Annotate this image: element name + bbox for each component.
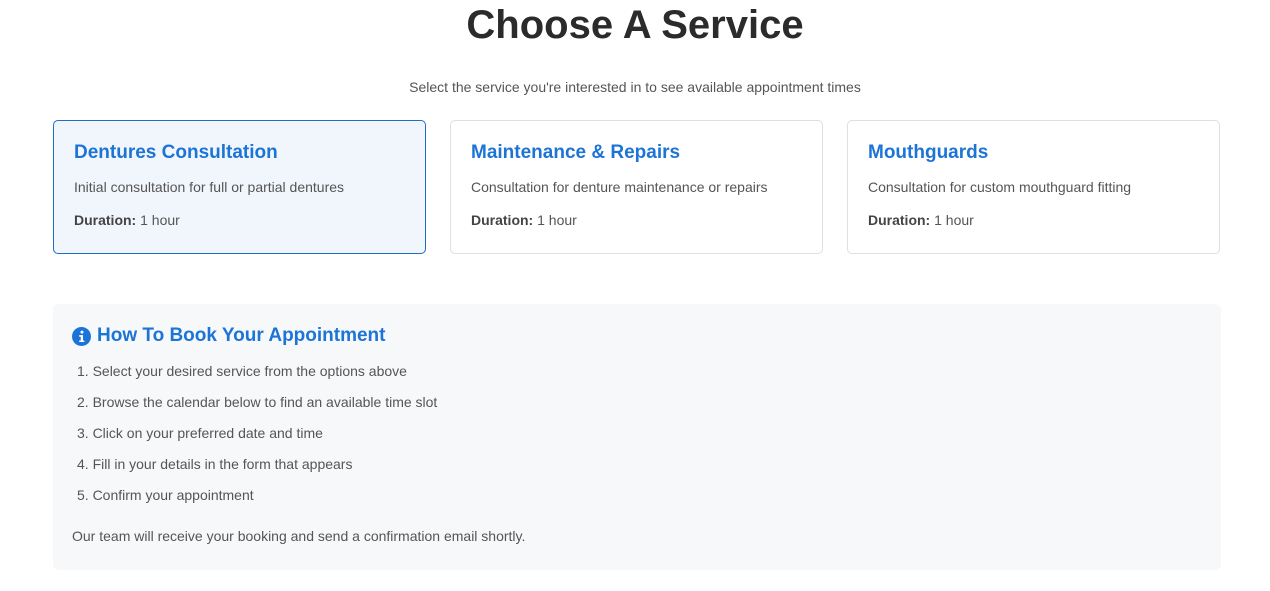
service-cards: Dentures Consultation Initial consultati… (53, 120, 1220, 254)
booking-step: 2. Browse the calendar below to find an … (77, 394, 438, 410)
booking-instructions-header: How To Book Your Appointment (72, 324, 386, 348)
service-description: Consultation for custom mouthguard fitti… (868, 179, 1132, 195)
service-title: Dentures Consultation (74, 142, 278, 163)
duration-label: Duration: (74, 212, 137, 228)
service-title: Maintenance & Repairs (471, 142, 681, 163)
booking-step: 3. Click on your preferred date and time (77, 425, 323, 441)
booking-instructions-box: How To Book Your Appointment 1. Select y… (53, 304, 1221, 570)
booking-step: 5. Confirm your appointment (77, 487, 254, 503)
booking-instructions-title: How To Book Your Appointment (97, 325, 386, 346)
service-card-mouthguards[interactable]: Mouthguards Consultation for custom mout… (847, 120, 1220, 254)
booking-step: 1. Select your desired service from the … (77, 363, 407, 379)
service-description: Initial consultation for full or partial… (74, 179, 345, 195)
page-title: Choose A Service (466, 3, 804, 47)
service-description: Consultation for denture maintenance or … (471, 179, 768, 195)
service-card-dentures-consultation[interactable]: Dentures Consultation Initial consultati… (53, 120, 426, 254)
booking-step: 4. Fill in your details in the form that… (77, 456, 353, 472)
booking-confirmation-note: Our team will receive your booking and s… (72, 528, 526, 544)
duration-value: 1 hour (140, 212, 180, 228)
service-duration: Duration: 1 hour (471, 211, 577, 229)
info-icon (72, 326, 91, 346)
service-title: Mouthguards (868, 142, 989, 163)
duration-value: 1 hour (537, 212, 577, 228)
service-duration: Duration: 1 hour (868, 211, 974, 229)
page-subtitle: Select the service you're interested in … (409, 79, 861, 95)
service-card-maintenance-repairs[interactable]: Maintenance & Repairs Consultation for d… (450, 120, 823, 254)
booking-steps-list: 1. Select your desired service from the … (77, 362, 437, 517)
duration-value: 1 hour (934, 212, 974, 228)
duration-label: Duration: (471, 212, 534, 228)
service-duration: Duration: 1 hour (74, 211, 180, 229)
duration-label: Duration: (868, 212, 931, 228)
